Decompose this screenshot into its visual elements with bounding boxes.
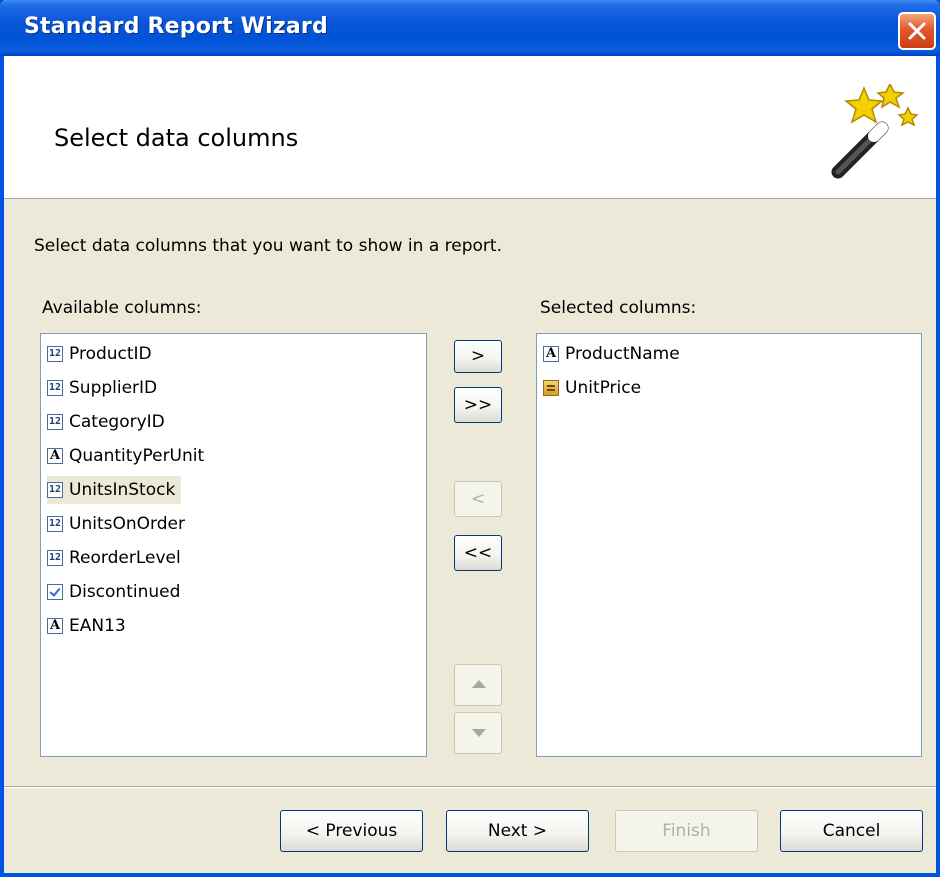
arrow-down-icon: [472, 729, 486, 737]
list-item[interactable]: 12 SupplierID: [47, 374, 163, 402]
wizard-window: Standard Report Wizard Select data colum…: [0, 0, 940, 877]
move-down-button[interactable]: [454, 712, 502, 754]
number-type-icon: 12: [47, 380, 63, 396]
available-columns-list[interactable]: 12 ProductID 12 SupplierID 12 CategoryID…: [40, 333, 427, 757]
list-item-label: UnitPrice: [565, 378, 642, 398]
list-item-label: ProductID: [69, 344, 152, 364]
list-item[interactable]: A EAN13: [47, 612, 132, 640]
add-column-button[interactable]: >: [454, 340, 502, 373]
remove-all-columns-button[interactable]: <<: [454, 535, 502, 571]
previous-button[interactable]: < Previous: [280, 810, 423, 852]
footer-divider: [4, 786, 936, 788]
list-item[interactable]: A ProductName: [543, 340, 686, 368]
close-button[interactable]: [898, 12, 936, 50]
number-type-icon: 12: [47, 550, 63, 566]
list-item[interactable]: 12 ProductID: [47, 340, 158, 368]
finish-button[interactable]: Finish: [615, 810, 758, 852]
string-type-icon: A: [543, 346, 559, 362]
list-item-label: Discontinued: [69, 582, 181, 602]
list-item-highlighted[interactable]: 12 UnitsInStock: [47, 476, 182, 504]
list-item-label: UnitsInStock: [69, 480, 176, 500]
list-item[interactable]: Discontinued: [47, 578, 186, 606]
list-item-label: CategoryID: [69, 412, 165, 432]
number-type-icon: 12: [47, 414, 63, 430]
list-item-label: EAN13: [69, 616, 126, 636]
available-columns-label: Available columns:: [42, 298, 202, 318]
list-item[interactable]: A QuantityPerUnit: [47, 442, 210, 470]
number-type-icon: 12: [47, 516, 63, 532]
list-item-label: ProductName: [565, 344, 680, 364]
list-item[interactable]: 12 UnitsOnOrder: [47, 510, 191, 538]
list-item[interactable]: 12 ReorderLevel: [47, 544, 187, 572]
close-icon: [908, 22, 926, 40]
currency-type-icon: [543, 380, 559, 396]
string-type-icon: A: [47, 448, 63, 464]
add-all-columns-button[interactable]: >>: [454, 387, 502, 423]
cancel-button[interactable]: Cancel: [780, 810, 923, 852]
move-up-button[interactable]: [454, 664, 502, 706]
next-button[interactable]: Next >: [446, 810, 589, 852]
list-item-label: SupplierID: [69, 378, 158, 398]
list-item-label: QuantityPerUnit: [69, 446, 205, 466]
remove-column-button[interactable]: <: [454, 481, 502, 517]
number-type-icon: 12: [47, 346, 63, 362]
arrow-up-icon: [472, 680, 486, 688]
selected-columns-list[interactable]: A ProductName UnitPrice: [536, 333, 922, 757]
list-item-label: ReorderLevel: [69, 548, 181, 568]
page-title: Select data columns: [54, 124, 299, 152]
list-item[interactable]: 12 CategoryID: [47, 408, 171, 436]
selected-columns-label: Selected columns:: [540, 298, 697, 318]
magic-wand-icon: [831, 84, 919, 179]
boolean-type-icon: [47, 584, 63, 600]
title-bar[interactable]: Standard Report Wizard: [0, 0, 940, 56]
string-type-icon: A: [47, 618, 63, 634]
list-item[interactable]: UnitPrice: [543, 374, 647, 402]
list-item-label: UnitsOnOrder: [69, 514, 185, 534]
instruction-text: Select data columns that you want to sho…: [34, 236, 502, 256]
window-title: Standard Report Wizard: [24, 14, 328, 39]
wizard-header: Select data columns: [4, 56, 936, 199]
number-type-icon: 12: [47, 482, 63, 498]
